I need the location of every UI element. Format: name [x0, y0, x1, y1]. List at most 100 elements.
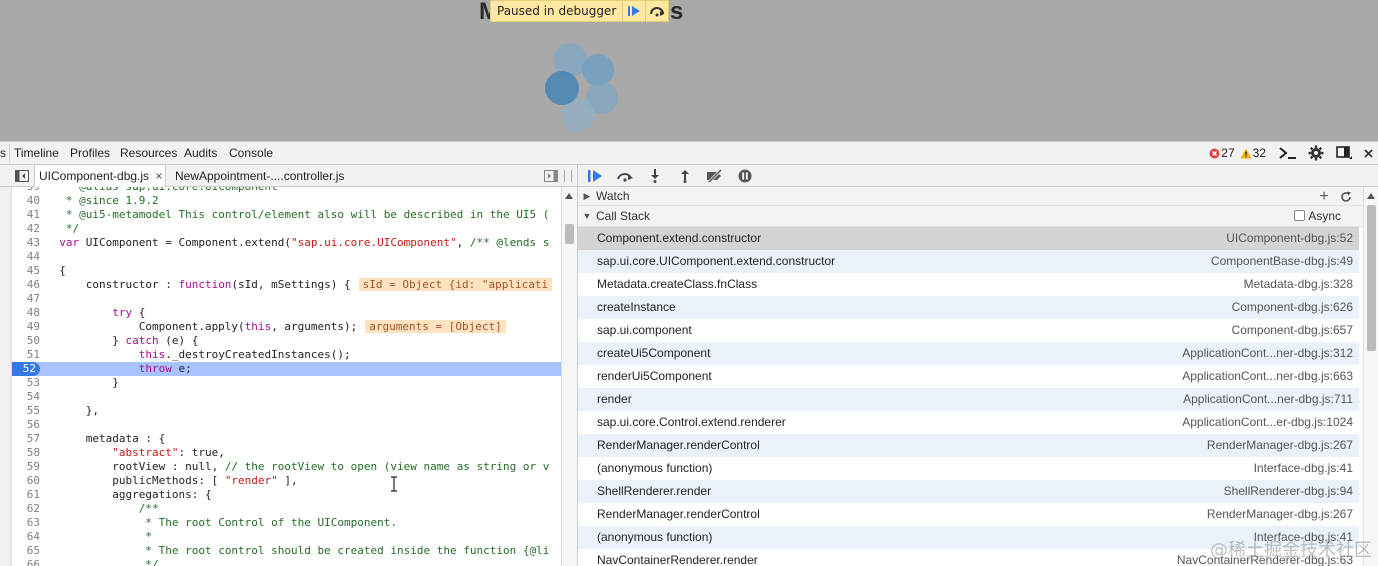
editor-scroll-thumb[interactable] [565, 224, 574, 244]
deactivate-breakpoints-icon[interactable] [702, 166, 728, 186]
code-editor[interactable]: 39 * @alias sap.ui.core.UIComponent40 * … [0, 187, 577, 566]
call-frame[interactable]: renderUi5Component ApplicationCont...ner-… [578, 365, 1359, 388]
step-over-icon[interactable] [645, 1, 668, 21]
tab-uicomponent-dbg-js[interactable]: UIComponent-dbg.js × [34, 165, 166, 187]
line-number[interactable]: 59 [12, 460, 40, 474]
call-frame[interactable]: createUi5Component ApplicationCont...ner-… [578, 342, 1359, 365]
call-frame-location[interactable]: Interface-dbg.js:41 [1254, 457, 1353, 480]
line-number[interactable]: 46 [12, 278, 40, 292]
code-line-current[interactable]: 52 throw e; [12, 362, 561, 376]
call-frame[interactable]: ShellRenderer.render ShellRenderer-dbg.js… [578, 480, 1359, 503]
code-line[interactable]: 45 { [12, 264, 561, 278]
line-number[interactable]: 57 [12, 432, 40, 446]
line-number[interactable]: 50 [12, 334, 40, 348]
call-frame-location[interactable]: UIComponent-dbg.js:52 [1226, 227, 1353, 250]
call-frame-location[interactable]: Metadata-dbg.js:328 [1244, 273, 1353, 296]
tab-sources-edge[interactable]: s [0, 146, 6, 160]
line-number[interactable]: 55 [12, 404, 40, 418]
code-line[interactable]: 50 } catch (e) { [12, 334, 561, 348]
pause-on-exceptions-icon[interactable] [732, 166, 758, 186]
tab-resources[interactable]: Resources [120, 146, 177, 160]
line-number[interactable]: 65 [12, 544, 40, 558]
call-frame-location[interactable]: ShellRenderer-dbg.js:94 [1224, 480, 1353, 503]
code-line[interactable]: 64 * [12, 530, 561, 544]
code-line[interactable]: 40 * @since 1.9.2 [12, 194, 561, 208]
scroll-up-arrow[interactable] [1367, 193, 1375, 199]
code-line[interactable]: 56 [12, 418, 561, 432]
line-number[interactable]: 43 [12, 236, 40, 250]
step-into-icon[interactable] [642, 166, 668, 186]
tab-close-icon[interactable]: × [155, 169, 162, 183]
code-line[interactable]: 46 constructor : function(sId, mSettings… [12, 278, 561, 292]
line-number[interactable]: 56 [12, 418, 40, 432]
tab-audits[interactable]: Audits [184, 146, 217, 160]
code-line[interactable]: 55 }, [12, 404, 561, 418]
code-line[interactable]: 57 metadata : { [12, 432, 561, 446]
call-frame-location[interactable]: ApplicationCont...er-dbg.js:1024 [1182, 411, 1353, 434]
dock-icon[interactable] [1330, 142, 1358, 164]
call-frame-location[interactable]: RenderManager-dbg.js:267 [1207, 503, 1353, 526]
call-frame[interactable]: Component.extend.constructor UIComponent-… [578, 227, 1359, 250]
call-frame[interactable]: RenderManager.renderControl RenderManager… [578, 503, 1359, 526]
code-line[interactable]: 47 [12, 292, 561, 306]
code-line[interactable]: 66 */ [12, 558, 561, 566]
line-number[interactable]: 63 [12, 516, 40, 530]
warning-count[interactable]: 32 [1253, 146, 1266, 160]
call-frame-location[interactable]: ApplicationCont...ner-dbg.js:663 [1182, 365, 1353, 388]
step-out-icon[interactable] [672, 166, 698, 186]
call-frame-location[interactable]: Component-dbg.js:626 [1232, 296, 1353, 319]
line-number[interactable]: 39 [12, 187, 40, 194]
code-line[interactable]: 59 rootView : null, // the rootView to o… [12, 460, 561, 474]
call-frame[interactable]: sap.ui.core.Control.extend.renderer Appli… [578, 411, 1359, 434]
call-frame-location[interactable]: RenderManager-dbg.js:267 [1207, 434, 1353, 457]
call-frame[interactable]: RenderManager.renderControl RenderManager… [578, 434, 1359, 457]
code-line[interactable]: 62 /** [12, 502, 561, 516]
call-frame[interactable]: render ApplicationCont...ner-dbg.js:711 [578, 388, 1359, 411]
line-number[interactable]: 62 [12, 502, 40, 516]
sidebar-scrollbar[interactable] [1363, 187, 1378, 566]
warning-icon[interactable] [1239, 148, 1253, 159]
tab-profiles[interactable]: Profiles [70, 146, 110, 160]
console-prompt-icon[interactable] [1274, 142, 1302, 164]
line-number[interactable]: 51 [12, 348, 40, 362]
code-line[interactable]: 44 [12, 250, 561, 264]
code-line[interactable]: 60 publicMethods: [ "render" ], [12, 474, 561, 488]
splitter-grip-icon[interactable] [564, 170, 572, 182]
gear-icon[interactable] [1302, 142, 1330, 164]
line-number[interactable]: 58 [12, 446, 40, 460]
watch-section-header[interactable]: ▶ Watch + [578, 187, 1363, 206]
call-frame-location[interactable]: ApplicationCont...ner-dbg.js:312 [1182, 342, 1353, 365]
call-frame[interactable]: Metadata.createClass.fnClass Metadata-dbg… [578, 273, 1359, 296]
code-line[interactable]: 48 try { [12, 306, 561, 320]
code-line[interactable]: 65 * The root control should be created … [12, 544, 561, 558]
code-line[interactable]: 41 * @ui5-metamodel This control/element… [12, 208, 561, 222]
resume-icon[interactable] [622, 1, 645, 21]
call-stack-section-header[interactable]: ▼ Call Stack Async [578, 206, 1363, 227]
code-line[interactable]: 53 } [12, 376, 561, 390]
resume-icon[interactable] [582, 166, 608, 186]
line-number[interactable]: 64 [12, 530, 40, 544]
code-line[interactable]: 43 var UIComponent = Component.extend("s… [12, 236, 561, 250]
code-line[interactable]: 54 [12, 390, 561, 404]
plus-icon[interactable]: + [1317, 188, 1331, 205]
toggle-debugger-sidebar-icon[interactable] [543, 169, 559, 183]
line-number[interactable]: 45 [12, 264, 40, 278]
line-number[interactable]: 47 [12, 292, 40, 306]
error-count[interactable]: 27 [1221, 146, 1234, 160]
line-number[interactable]: 54 [12, 390, 40, 404]
async-checkbox[interactable] [1294, 210, 1305, 221]
line-number[interactable]: 41 [12, 208, 40, 222]
toggle-navigator-icon[interactable] [14, 169, 30, 183]
tab-newappointment-controller-js[interactable]: NewAppointment-....controller.js [171, 165, 348, 187]
call-frame[interactable]: createInstance Component-dbg.js:626 [578, 296, 1359, 319]
line-number[interactable]: 42 [12, 222, 40, 236]
call-frame[interactable]: (anonymous function) Interface-dbg.js:41 [578, 457, 1359, 480]
line-number[interactable]: 44 [12, 250, 40, 264]
line-number[interactable]: 66 [12, 558, 40, 566]
call-frame[interactable]: sap.ui.component Component-dbg.js:657 [578, 319, 1359, 342]
close-icon[interactable] [1358, 142, 1378, 164]
line-number[interactable]: 49 [12, 320, 40, 334]
code-line[interactable]: 63 * The root Control of the UIComponent… [12, 516, 561, 530]
line-number[interactable]: 61 [12, 488, 40, 502]
tab-timeline[interactable]: Timeline [14, 146, 59, 160]
